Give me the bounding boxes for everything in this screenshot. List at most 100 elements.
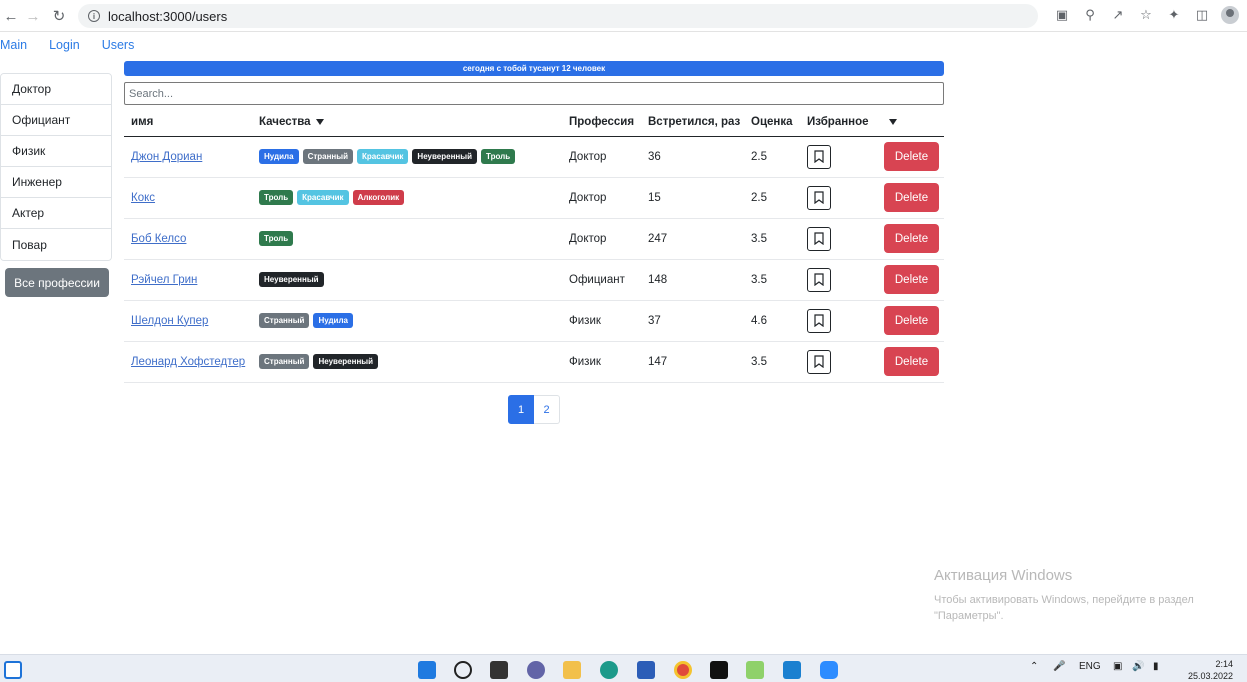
store-icon[interactable]: [637, 661, 655, 679]
extensions-icon[interactable]: ✦: [1165, 4, 1183, 26]
profile-avatar[interactable]: [1221, 6, 1239, 24]
header-profession[interactable]: Профессия: [562, 109, 641, 137]
task-view-icon[interactable]: [490, 661, 508, 679]
watermark-line2: "Параметры".: [934, 610, 1004, 622]
cell-favorite: [800, 259, 877, 301]
page-button-2[interactable]: 2: [534, 395, 560, 424]
bookmark-icon[interactable]: [807, 185, 831, 210]
desktop-icon[interactable]: [4, 661, 22, 679]
side-panel-icon[interactable]: ◫: [1193, 4, 1211, 26]
cell-rating: 3.5: [744, 259, 800, 301]
bookmark-icon[interactable]: [807, 267, 831, 292]
header-favorite[interactable]: Избранное: [800, 109, 877, 137]
search-input[interactable]: [124, 82, 944, 105]
microphone-icon[interactable]: 🎤: [1053, 661, 1065, 672]
nav-link-main[interactable]: Main: [0, 38, 27, 52]
header-name[interactable]: имя: [124, 109, 252, 137]
terminal-icon[interactable]: [710, 661, 728, 679]
delete-button[interactable]: Delete: [884, 347, 939, 376]
battery-icon[interactable]: ▮: [1153, 661, 1159, 672]
zoom-icon[interactable]: ⚲: [1081, 4, 1099, 26]
profession-list: Доктор Официант Физик Инженер Актер Пова…: [0, 73, 112, 261]
cell-qualities: Неуверенный: [252, 259, 562, 301]
profession-item-physicist[interactable]: Физик: [1, 136, 111, 167]
bookmark-icon[interactable]: [807, 349, 831, 374]
clock[interactable]: 2:14 25.03.2022: [1188, 658, 1233, 682]
delete-button[interactable]: Delete: [884, 224, 939, 253]
quality-badge: Троль: [259, 190, 294, 205]
delete-button[interactable]: Delete: [884, 142, 939, 171]
profession-item-engineer[interactable]: Инженер: [1, 167, 111, 198]
site-info-icon[interactable]: i: [88, 10, 100, 22]
user-link[interactable]: Шелдон Купер: [131, 315, 208, 327]
user-link[interactable]: Джон Дориан: [131, 151, 202, 163]
people-count-banner: сегодня с тобой тусанут 12 человек: [124, 61, 944, 76]
bookmark-icon[interactable]: [807, 308, 831, 333]
cell-favorite: [800, 341, 877, 383]
chat-icon[interactable]: [527, 661, 545, 679]
all-professions-button[interactable]: Все профессии: [5, 268, 109, 297]
volume-icon[interactable]: 🔊: [1132, 661, 1144, 672]
cell-profession: Доктор: [562, 136, 641, 178]
table-row: Шелдон Купер Странный Нудила Физик 37 4.6 Dele…: [124, 300, 944, 342]
profession-item-actor[interactable]: Актер: [1, 198, 111, 229]
cell-met: 147: [641, 341, 744, 383]
pagination: 1 2: [508, 395, 560, 424]
vscode-icon[interactable]: [783, 661, 801, 679]
search-icon[interactable]: [454, 661, 472, 679]
header-qualities-label: Качества: [259, 116, 311, 129]
profession-item-cook[interactable]: Повар: [1, 229, 111, 260]
cell-profession: Физик: [562, 341, 641, 383]
header-sort[interactable]: [877, 109, 944, 137]
quality-badge: Странный: [302, 149, 354, 164]
page-button-1[interactable]: 1: [508, 395, 534, 424]
delete-button[interactable]: Delete: [884, 306, 939, 335]
nav-link-login[interactable]: Login: [49, 38, 80, 52]
bookmark-icon[interactable]: [807, 226, 831, 251]
cell-name: Рэйчел Грин: [124, 259, 252, 301]
delete-button[interactable]: Delete: [884, 265, 939, 294]
edge-icon[interactable]: [600, 661, 618, 679]
header-qualities[interactable]: Качества: [252, 109, 562, 137]
bookmark-icon[interactable]: [807, 144, 831, 169]
sourcetree-icon[interactable]: [746, 661, 764, 679]
user-link[interactable]: Рэйчел Грин: [131, 274, 197, 286]
star-icon[interactable]: ☆: [1137, 4, 1155, 26]
chrome-icon[interactable]: [674, 661, 692, 679]
zoom-app-icon[interactable]: [820, 661, 838, 679]
cell-qualities: Нудила Странный Красавчик Неуверенный Троль: [252, 136, 562, 178]
header-rating[interactable]: Оценка: [744, 109, 800, 137]
tray-chevron-icon[interactable]: ⌃: [1030, 661, 1038, 672]
network-icon[interactable]: ▣: [1113, 661, 1122, 672]
header-met[interactable]: Встретился, раз: [641, 109, 744, 137]
forward-icon[interactable]: →: [22, 5, 44, 27]
share-icon[interactable]: ↗: [1109, 4, 1127, 26]
cell-qualities: Странный Нудила: [252, 300, 562, 342]
address-bar[interactable]: i localhost:3000/users: [78, 4, 1038, 28]
nav-link-users[interactable]: Users: [102, 38, 135, 52]
watermark-title: Активация Windows: [934, 567, 1073, 584]
cell-qualities: Странный Неуверенный: [252, 341, 562, 383]
back-icon[interactable]: ←: [0, 5, 22, 27]
quality-badge: Троль: [481, 149, 516, 164]
user-link[interactable]: Леонард Хофстедтер: [131, 356, 245, 368]
clock-date: 25.03.2022: [1187, 671, 1233, 681]
language-indicator[interactable]: ENG: [1079, 661, 1101, 672]
table-row: Леонард Хофстедтер Странный Неуверенный Физ…: [124, 341, 944, 383]
table-row: Джон Дориан Нудила Странный Красавчик Неувер…: [124, 136, 944, 178]
user-link[interactable]: Боб Келсо: [131, 233, 186, 245]
cell-name: Кокс: [124, 177, 252, 219]
profession-item-waiter[interactable]: Официант: [1, 105, 111, 136]
translate-icon[interactable]: ▣: [1053, 4, 1071, 26]
start-icon[interactable]: [418, 661, 436, 679]
file-explorer-icon[interactable]: [563, 661, 581, 679]
profession-item-doctor[interactable]: Доктор: [1, 74, 111, 105]
quality-badge: Красавчик: [357, 149, 409, 164]
clock-time: 2:14: [1215, 659, 1233, 669]
cell-name: Боб Келсо: [124, 218, 252, 260]
reload-icon[interactable]: ↻: [48, 5, 70, 27]
user-link[interactable]: Кокс: [131, 192, 155, 204]
cell-profession: Физик: [562, 300, 641, 342]
delete-button[interactable]: Delete: [884, 183, 939, 212]
cell-delete: Delete: [877, 300, 944, 342]
